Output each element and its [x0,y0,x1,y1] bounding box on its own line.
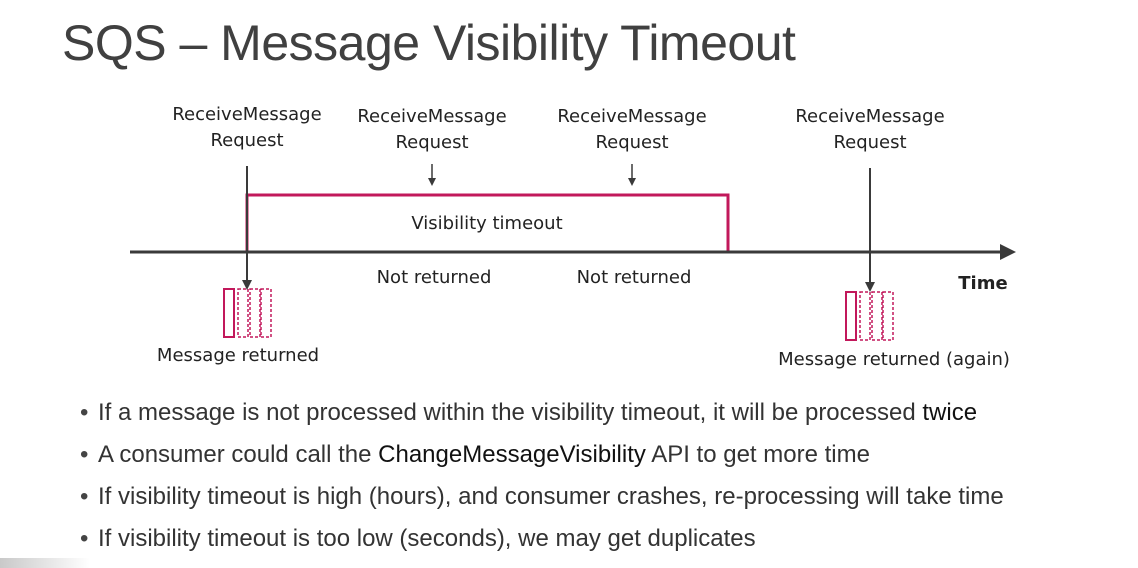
request-label: ReceiveMessage Request [795,106,945,153]
bullet-dot-icon: • [80,525,89,552]
bullet-dot-icon: • [80,441,89,468]
visibility-timeout-diagram [130,164,1016,341]
slide-corner-decoration [0,558,90,568]
not-returned-label: Not returned [376,267,492,288]
time-label: Time [958,273,1008,294]
message-icon [845,291,894,341]
request-label: ReceiveMessage Request [172,104,322,151]
bullet-item: • If visibility timeout is high (hours), … [80,476,1004,518]
bullet-dot-icon: • [80,483,89,510]
message-returned-label: Message returned [156,345,320,366]
term-twice: twice [922,399,978,426]
term-change-message-visibility: ChangeMessageVisibility [378,441,646,468]
time-axis-arrowhead [1000,244,1016,260]
bullet-dot-icon: • [80,399,89,426]
message-icon [223,288,272,338]
not-returned-label: Not returned [576,267,692,288]
request-4-arrowhead [865,282,875,292]
bullet-item: • A consumer could call the ChangeMessage… [80,434,1004,476]
bullet-list: • If a message is not processed within th… [80,392,1004,560]
bullet-item: • If a message is not processed within th… [80,392,1004,434]
request-2-arrowhead [428,178,436,186]
message-returned-again-label: Message returned (again) [778,349,1010,370]
request-3-arrowhead [628,178,636,186]
request-label: ReceiveMessage Request [357,106,507,153]
visibility-timeout-label: Visibility timeout [411,213,563,234]
bullet-item: • If visibility timeout is too low (secon… [80,518,1004,560]
request-label: ReceiveMessage Request [557,106,707,153]
